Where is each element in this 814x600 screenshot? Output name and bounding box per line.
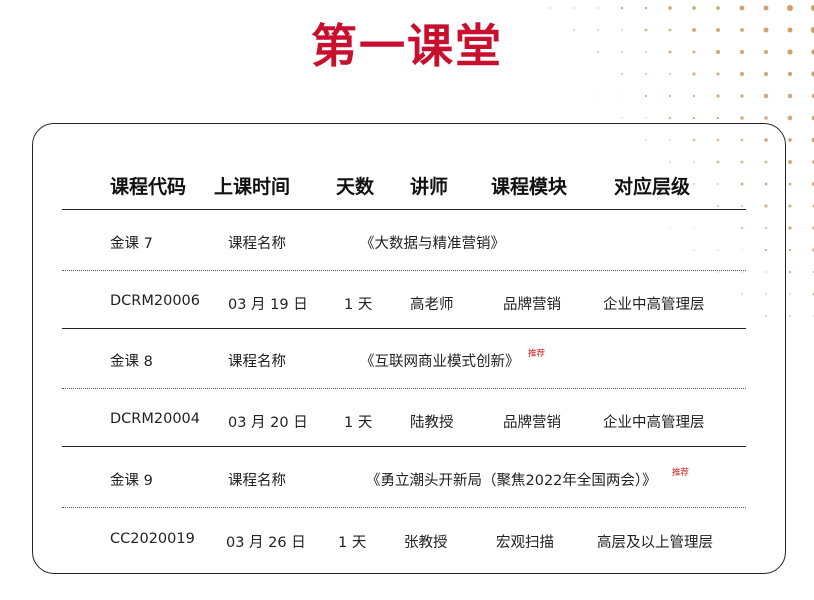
detail-module: 品牌营销 [503,415,561,431]
detail-days: 1 天 [344,297,373,313]
decor-dot [763,5,769,11]
recommend-badge: 推荐 [672,468,690,478]
detail-date: 03 月 19 日 [228,297,308,313]
decor-dot [788,248,792,252]
page-title: 第一课堂 [311,19,503,73]
decor-dot [668,116,672,120]
decor-dot [716,116,720,120]
header-target-level: 对应层级 [614,176,691,198]
decor-dot [788,270,792,274]
decor-dot [644,6,648,10]
decor-dot [788,204,792,208]
decor-dot [739,5,745,11]
decor-dot [692,94,696,98]
detail-code: DCRM20004 [110,411,201,427]
decor-dot [692,6,696,10]
course-name: 《勇立潮头开新局（聚焦2022年全国两会）》 [366,473,657,489]
header-course-module: 课程模块 [491,176,568,198]
decor-dot [644,94,648,98]
decor-dot [692,116,696,120]
row-divider [62,270,746,271]
decor-dot [668,6,672,10]
decor-dot [620,6,624,10]
decor-dot [573,7,575,9]
header-divider [62,209,746,210]
detail-teacher: 陆教授 [410,415,454,431]
decor-dot [740,94,744,98]
course-code: 金课 8 [110,354,153,370]
decor-dot [788,182,792,186]
decor-dot [597,7,599,9]
detail-code: CC2020019 [110,531,195,547]
detail-date: 03 月 20 日 [228,415,308,431]
detail-days: 1 天 [338,535,367,551]
decor-dot [740,116,744,120]
decor-dot [787,115,793,121]
header-course-code: 课程代码 [110,176,187,198]
course-name: 《互联网商业模式创新》 [360,354,520,370]
row-divider [62,507,746,508]
decor-dot [789,293,791,295]
row-divider [62,388,746,389]
decor-dot [549,7,551,9]
decor-dot [787,93,793,99]
detail-teacher: 张教授 [404,535,448,551]
decor-dot [786,4,794,12]
detail-level: 企业中高管理层 [603,415,705,431]
header-class-time: 上课时间 [214,176,291,198]
decor-dot [716,6,720,10]
detail-date: 03 月 26 日 [226,535,306,551]
course-divider [62,328,746,329]
header-days: 天数 [336,176,375,198]
decor-dot [788,226,792,230]
course-name-label: 课程名称 [228,473,286,489]
decor-dot [621,117,623,119]
decor-dot [716,94,720,98]
detail-days: 1 天 [344,415,373,431]
decor-dot [789,315,791,317]
recommend-badge: 推荐 [528,349,546,359]
detail-module: 品牌营销 [503,297,561,313]
course-code: 金课 7 [110,236,153,252]
decor-dot [788,160,792,164]
decor-dot [788,138,792,142]
detail-level: 高层及以上管理层 [597,535,713,551]
decor-dot [763,93,769,99]
course-name-label: 课程名称 [228,236,286,252]
detail-level: 企业中高管理层 [603,297,705,313]
decor-dot [621,95,623,97]
course-name-label: 课程名称 [228,354,286,370]
course-code: 金课 9 [110,473,153,489]
decor-dot [645,117,647,119]
decor-dot [668,94,672,98]
detail-teacher: 高老师 [410,297,454,313]
decor-dot [764,116,768,120]
course-name: 《大数据与精准营销》 [360,236,505,252]
course-divider [62,446,746,447]
detail-module: 宏观扫描 [496,535,554,551]
decor-dot [597,95,599,97]
header-teacher: 讲师 [410,176,449,198]
detail-code: DCRM20006 [110,293,201,309]
